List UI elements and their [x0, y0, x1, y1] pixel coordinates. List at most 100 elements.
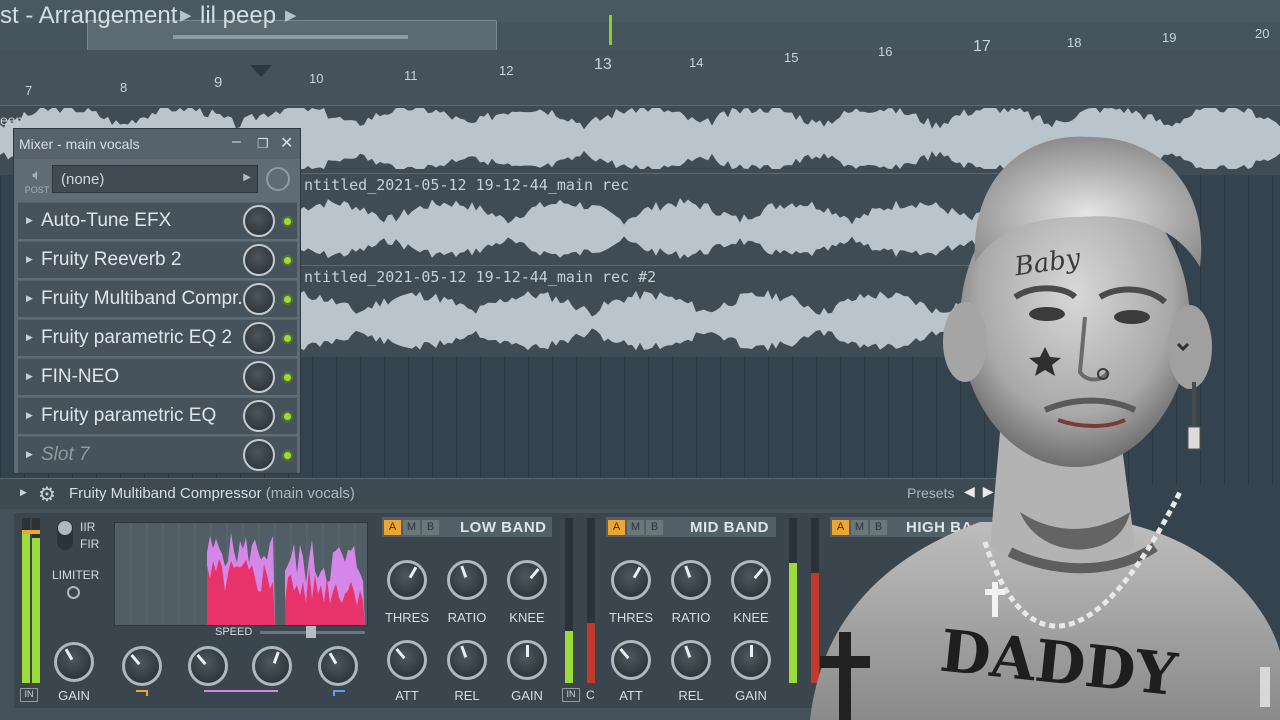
mixer-header[interactable]: Mixer - main vocals – ❐ ✕	[14, 129, 300, 159]
mix-knob[interactable]	[243, 205, 275, 237]
effect-slot[interactable]: ▶ Auto-Tune EFX	[18, 202, 297, 239]
limiter-toggle[interactable]	[67, 586, 80, 599]
effect-slot-empty[interactable]: ▶ Slot 7	[18, 436, 297, 473]
gear-icon[interactable]: ⚙	[38, 482, 56, 507]
expand-icon[interactable]: ▶	[26, 332, 33, 343]
bar-number: 10	[309, 71, 324, 86]
knee-knob[interactable]	[507, 560, 547, 600]
bar-number: 17	[973, 38, 991, 55]
expand-icon[interactable]: ▶	[26, 449, 33, 460]
knee-knob[interactable]	[731, 560, 771, 600]
chevron-right-icon: ▶	[285, 7, 297, 24]
clock-icon[interactable]	[266, 167, 290, 191]
in-button[interactable]: IN	[562, 688, 580, 702]
enable-led[interactable]	[282, 294, 293, 305]
bar-number: 11	[404, 68, 418, 83]
att-knob[interactable]	[387, 640, 427, 680]
loop-marker[interactable]	[250, 65, 272, 77]
iir-fir-switch[interactable]	[57, 520, 73, 550]
rel-knob[interactable]	[671, 640, 711, 680]
expand-icon[interactable]: ▶	[26, 254, 33, 265]
effect-slot[interactable]: ▶ Fruity parametric EQ 2	[18, 319, 297, 356]
expand-icon[interactable]: ▶	[26, 371, 33, 382]
a-button[interactable]: A	[608, 520, 625, 535]
enable-led[interactable]	[282, 255, 293, 266]
mix-knob[interactable]	[243, 439, 275, 471]
effect-slot[interactable]: ▶ Fruity Multiband Compr..	[18, 280, 297, 317]
speed-slider-thumb[interactable]	[306, 626, 316, 638]
bar-number: 16	[878, 44, 893, 59]
routing-select[interactable]: (none) ▶	[52, 165, 258, 193]
breadcrumb-pattern[interactable]: lil peep	[200, 2, 276, 30]
knob-label: KNEE	[509, 610, 545, 625]
crossover-knob[interactable]	[188, 646, 228, 686]
knob-label: THRES	[608, 610, 654, 625]
a-button[interactable]: A	[384, 520, 401, 535]
ratio-knob[interactable]	[447, 560, 487, 600]
b-button[interactable]: B	[422, 520, 439, 535]
thres-knob[interactable]	[611, 560, 651, 600]
knob-label: ATT	[395, 688, 419, 703]
breadcrumb-arrangement[interactable]: st - Arrangement	[0, 2, 177, 30]
effect-slot[interactable]: ▶ Fruity parametric EQ	[18, 397, 297, 434]
crossover-knob[interactable]	[252, 646, 292, 686]
mix-knob[interactable]	[243, 322, 275, 354]
effect-slot-name: Slot 7	[41, 444, 90, 465]
effect-slot-name: Fruity Reeverb 2	[41, 249, 182, 270]
playhead-marker[interactable]	[609, 15, 612, 45]
effect-slot-name: FIN-NEO	[41, 366, 120, 387]
ratio-knob[interactable]	[671, 560, 711, 600]
mix-knob[interactable]	[243, 244, 275, 276]
plugin-title: Fruity Multiband Compressor (main vocals…	[69, 485, 355, 502]
enable-led[interactable]	[282, 450, 293, 461]
expand-icon[interactable]: ▶	[26, 410, 33, 421]
enable-led[interactable]	[282, 333, 293, 344]
bar-number: 7	[25, 83, 33, 98]
restore-icon[interactable]: ❐	[257, 136, 269, 152]
expand-icon[interactable]: ▶	[20, 487, 27, 498]
input-gain-knob[interactable]	[54, 642, 94, 682]
knob-label: RATIO	[447, 610, 487, 625]
c-label: C	[586, 688, 595, 702]
low-band-gr-meter	[587, 518, 595, 683]
gain-knob[interactable]	[731, 640, 771, 680]
bar-number: 8	[120, 80, 128, 95]
knob-label: REL	[678, 688, 704, 703]
knob-label: RATIO	[671, 610, 711, 625]
expand-icon[interactable]: ▶	[26, 293, 33, 304]
crossover-knob[interactable]	[318, 646, 358, 686]
close-icon[interactable]: ✕	[280, 133, 293, 153]
enable-led[interactable]	[282, 411, 293, 422]
att-knob[interactable]	[611, 640, 651, 680]
bar-number: 15	[784, 50, 799, 65]
chevron-right-icon: ▶	[243, 172, 251, 183]
expand-icon[interactable]: ▶	[26, 215, 33, 226]
enable-led[interactable]	[282, 372, 293, 383]
post-speaker-icon[interactable]: 🔈︎ POST	[23, 167, 51, 197]
track-name[interactable]: eep	[0, 112, 23, 128]
input-meter-left	[22, 518, 30, 683]
enable-led[interactable]	[282, 216, 293, 227]
mix-knob[interactable]	[243, 283, 275, 315]
in-button[interactable]: IN	[20, 688, 38, 702]
mid-band-header: A M B MID BAND	[606, 517, 776, 537]
spectrum-display	[114, 522, 368, 626]
minimize-icon[interactable]: –	[232, 133, 241, 151]
knob-label: GAIN	[735, 688, 767, 703]
effect-slot[interactable]: ▶ Fruity Reeverb 2	[18, 241, 297, 278]
b-button[interactable]: B	[646, 520, 663, 535]
thres-knob[interactable]	[387, 560, 427, 600]
mix-knob[interactable]	[243, 400, 275, 432]
crossover-knob[interactable]	[122, 646, 162, 686]
clip-label: ntitled_2021-05-12 19-12-44_main rec #2	[304, 268, 657, 286]
input-meter-right	[32, 518, 40, 683]
rel-knob[interactable]	[447, 640, 487, 680]
arrangement-title-bar: st - Arrangement ▶ lil peep ▶	[0, 0, 1280, 70]
m-button[interactable]: M	[627, 520, 644, 535]
m-button[interactable]: M	[403, 520, 420, 535]
effect-slot[interactable]: ▶ FIN-NEO	[18, 358, 297, 395]
mix-knob[interactable]	[243, 361, 275, 393]
mid-curve-icon	[204, 690, 278, 696]
gain-knob[interactable]	[507, 640, 547, 680]
routing-value: (none)	[61, 171, 105, 188]
